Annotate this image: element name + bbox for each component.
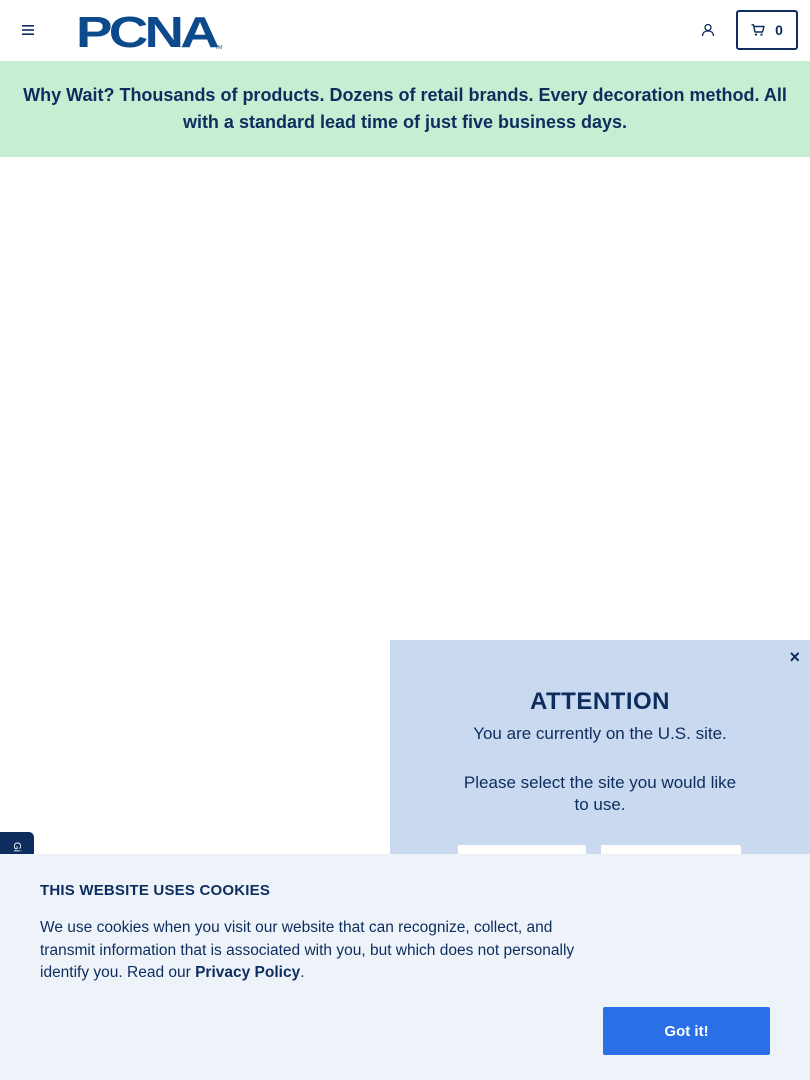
logo-trademark: TM [215,45,222,50]
cookie-notice: THIS WEBSITE USES COOKIES We use cookies… [0,854,810,1080]
cart-count: 0 [775,22,783,38]
cart-icon [751,24,765,36]
modal-select-site-text: Please select the site you would like to… [463,773,737,814]
site-option-button[interactable] [601,845,741,854]
modal-current-site-text: You are currently on the U.S. site. [473,724,727,743]
cookie-notice-title: THIS WEBSITE USES COOKIES [40,882,271,899]
side-tab-label: Gi [11,842,22,852]
account-user-icon[interactable] [698,20,718,40]
site-selector-modal: × ATTENTION You are currently on the U.S… [390,640,810,854]
site-option-button[interactable] [458,845,586,854]
promo-banner-text: Why Wait? Thousands of products. Dozens … [23,85,787,132]
cookie-notice-body: We use cookies when you visit our websit… [40,919,575,981]
close-icon[interactable]: × [789,648,800,666]
got-it-button[interactable]: Got it! [603,1007,770,1055]
privacy-policy-link[interactable]: Privacy Policy [195,964,300,981]
pcna-logo[interactable]: PCNA TM [76,8,224,57]
promo-banner: Why Wait? Thousands of products. Dozens … [0,61,810,157]
cart-button[interactable]: 0 [736,10,798,50]
logo-wordmark: PCNA [76,10,219,50]
site-header: PCNA TM 0 [0,0,810,61]
modal-title: ATTENTION [529,688,671,715]
cookie-notice-period: . [300,964,305,981]
cookie-notice-text: We use cookies when you visit our websit… [40,917,605,985]
hamburger-menu-icon[interactable] [18,20,38,40]
